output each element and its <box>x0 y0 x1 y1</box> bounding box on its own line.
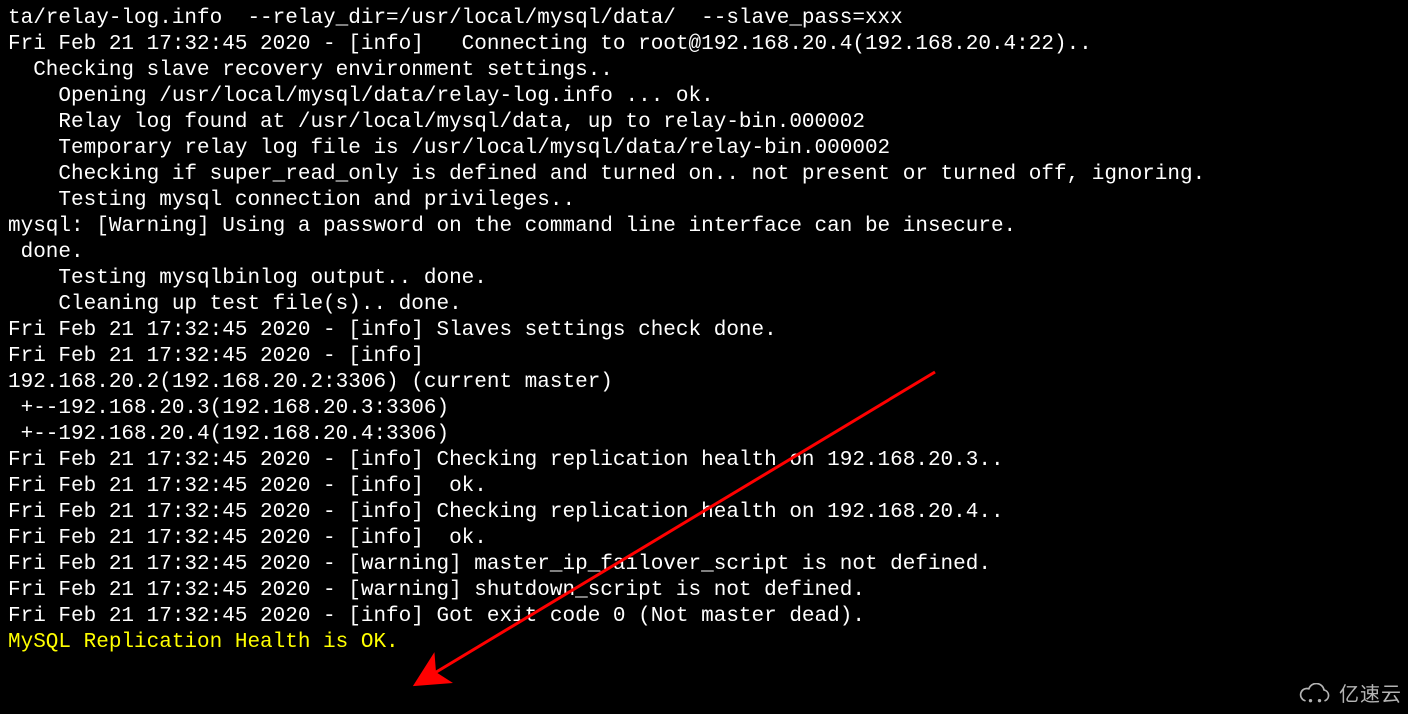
terminal-line-10: Testing mysqlbinlog output.. done. <box>8 266 1400 292</box>
terminal-line-24: Fri Feb 21 17:32:45 2020 - [info] Got ex… <box>8 604 1400 630</box>
terminal-line-26: MySQL Replication Health is OK. <box>8 630 1400 656</box>
terminal-line-19: Fri Feb 21 17:32:45 2020 - [info] ok. <box>8 474 1400 500</box>
terminal-line-21: Fri Feb 21 17:32:45 2020 - [info] ok. <box>8 526 1400 552</box>
terminal-line-11: Cleaning up test file(s).. done. <box>8 292 1400 318</box>
terminal-line-9: done. <box>8 240 1400 266</box>
terminal-line-3: Opening /usr/local/mysql/data/relay-log.… <box>8 84 1400 110</box>
terminal-line-14: 192.168.20.2(192.168.20.2:3306) (current… <box>8 370 1400 396</box>
terminal-line-23: Fri Feb 21 17:32:45 2020 - [warning] shu… <box>8 578 1400 604</box>
terminal-line-6: Checking if super_read_only is defined a… <box>8 162 1400 188</box>
terminal-output: ta/relay-log.info --relay_dir=/usr/local… <box>0 0 1408 662</box>
terminal-line-12: Fri Feb 21 17:32:45 2020 - [info] Slaves… <box>8 318 1400 344</box>
terminal-line-2: Checking slave recovery environment sett… <box>8 58 1400 84</box>
terminal-line-7: Testing mysql connection and privileges.… <box>8 188 1400 214</box>
terminal-line-8: mysql: [Warning] Using a password on the… <box>8 214 1400 240</box>
terminal-line-1: Fri Feb 21 17:32:45 2020 - [info] Connec… <box>8 32 1400 58</box>
cloud-icon <box>1297 683 1333 707</box>
terminal-line-13: Fri Feb 21 17:32:45 2020 - [info] <box>8 344 1400 370</box>
terminal-line-16: +--192.168.20.4(192.168.20.4:3306) <box>8 422 1400 448</box>
watermark-text: 亿速云 <box>1339 682 1402 708</box>
terminal-line-20: Fri Feb 21 17:32:45 2020 - [info] Checki… <box>8 500 1400 526</box>
terminal-line-18: Fri Feb 21 17:32:45 2020 - [info] Checki… <box>8 448 1400 474</box>
terminal-line-15: +--192.168.20.3(192.168.20.3:3306) <box>8 396 1400 422</box>
terminal-line-5: Temporary relay log file is /usr/local/m… <box>8 136 1400 162</box>
terminal-line-0: ta/relay-log.info --relay_dir=/usr/local… <box>8 6 1400 32</box>
terminal-line-4: Relay log found at /usr/local/mysql/data… <box>8 110 1400 136</box>
watermark: 亿速云 <box>1297 682 1402 708</box>
terminal-line-22: Fri Feb 21 17:32:45 2020 - [warning] mas… <box>8 552 1400 578</box>
